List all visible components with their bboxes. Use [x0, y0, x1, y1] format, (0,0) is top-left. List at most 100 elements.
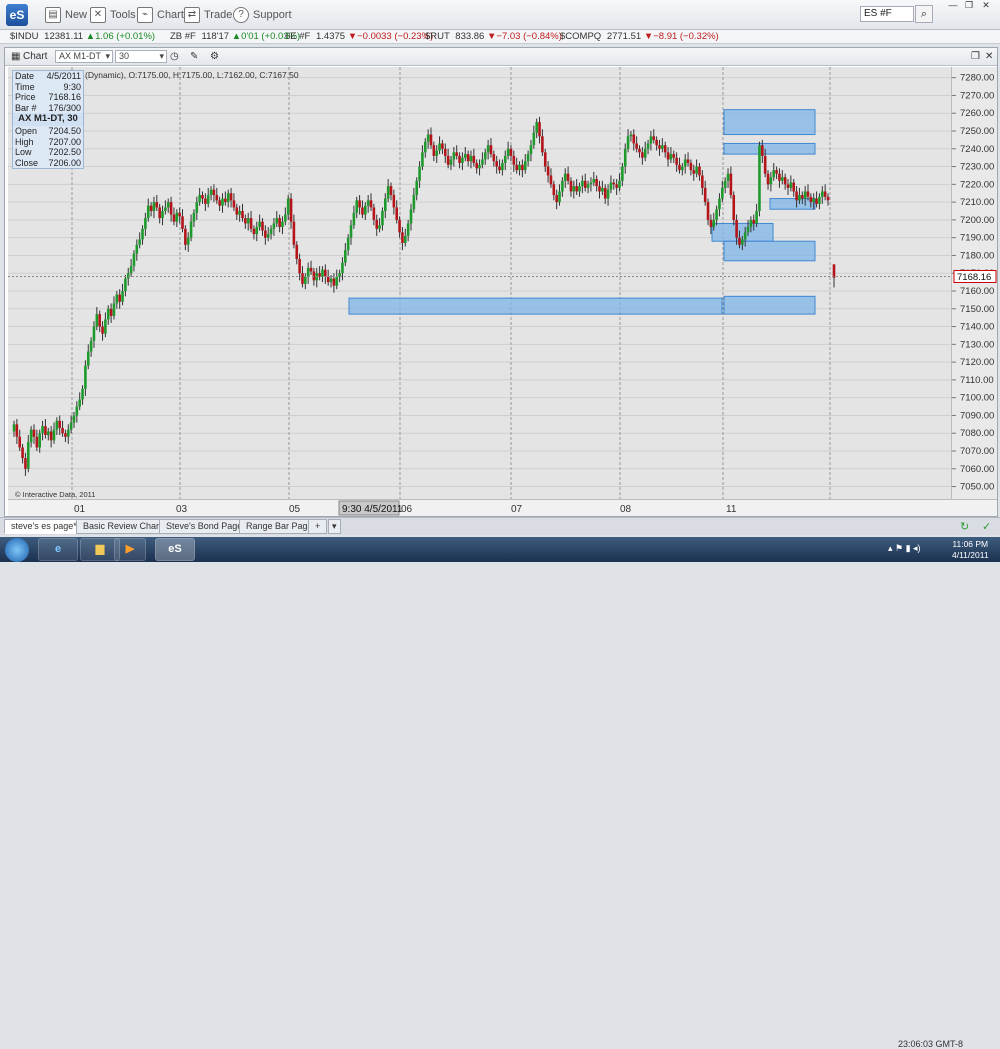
candle-body [606, 189, 610, 199]
candle-body [132, 253, 136, 267]
candle-body [186, 237, 190, 245]
chart-plot-area[interactable] [8, 67, 951, 499]
candle-body [58, 420, 61, 428]
candle-body [161, 211, 164, 219]
candle-body [743, 232, 747, 240]
ticker-item[interactable]: 6E #F 1.4375 ▼−0.0033 (−0.23%) [285, 31, 433, 42]
candle-body [192, 212, 196, 222]
candle-body [763, 155, 767, 174]
candle-body [29, 429, 33, 443]
candle-body [669, 154, 673, 160]
tab-menu-button[interactable]: ▾ [328, 519, 341, 534]
price-tick-label: 7220.00 [960, 179, 994, 190]
settings-icon[interactable]: ⚙ [210, 51, 219, 62]
new-button[interactable]: ▤ New [45, 6, 87, 24]
time-axis[interactable]: 01 03 05 06 07 08 11 9:30 4/5/2011 [8, 499, 997, 516]
candle-body [155, 202, 159, 208]
ticker-item[interactable]: $COMPQ 2771.51 ▼−8.91 (−0.32%) [560, 31, 719, 42]
candle-body [820, 191, 824, 197]
ticker-value: 12381.11 [44, 31, 84, 42]
es-task-label: eS [168, 543, 182, 555]
candle-body [566, 173, 570, 181]
tools-button[interactable]: ✕ Tools [90, 6, 136, 24]
candle-body [712, 219, 716, 227]
media-task[interactable]: ▶ [114, 538, 146, 561]
candle-body [326, 276, 330, 283]
candle-body [98, 314, 101, 327]
candle-body [578, 186, 581, 192]
tray-clock[interactable]: 11:06 PM 4/11/2011 [952, 539, 989, 561]
candle-body [812, 198, 816, 203]
candle-body [535, 122, 538, 133]
tray-icons[interactable]: ▴ ⚑ ▮ ◂) [888, 543, 921, 554]
app-logo[interactable]: eS [6, 4, 28, 26]
tray-time: 11:06 PM [952, 539, 989, 549]
close-icon[interactable]: ✕ [977, 0, 995, 10]
symbol-combo[interactable]: AX M1-DT ▾ [55, 50, 113, 63]
candle-body [603, 187, 607, 199]
candle-body [809, 196, 813, 203]
status-ok-icon: ✓ [982, 521, 992, 533]
candle-body [729, 173, 733, 195]
candle-body [800, 195, 804, 199]
candle-body [198, 195, 201, 203]
pencil-icon[interactable]: ✎ [190, 51, 198, 62]
trade-button[interactable]: ⇄ Trade [184, 6, 232, 24]
candle-body [592, 179, 596, 183]
candle-body [818, 196, 821, 204]
candle-body [421, 152, 424, 167]
candle-body [692, 170, 696, 174]
candle-body [18, 436, 22, 448]
chart-button[interactable]: ⌁ Chart [137, 6, 184, 24]
start-button[interactable] [5, 538, 29, 562]
symbol-input[interactable]: ES #F [860, 6, 914, 22]
up-arrow-icon: ▲ [231, 31, 242, 42]
chevron-down-icon: ▾ [332, 521, 337, 531]
candle-body [144, 218, 147, 229]
candle-body [158, 207, 161, 219]
price-tick-label: 7100.00 [960, 393, 994, 404]
time-tick-label: 03 [176, 504, 188, 515]
candle-body [286, 198, 290, 215]
candle-body [92, 326, 96, 341]
candlestick-chart[interactable] [8, 67, 951, 499]
restore-icon[interactable]: ❐ [960, 0, 978, 10]
candle-body [386, 186, 390, 199]
candle-body [135, 244, 139, 254]
close-window-icon[interactable]: ✕ [985, 51, 993, 62]
candle-body [89, 340, 93, 352]
candle-body [55, 420, 59, 430]
candle-body [612, 182, 616, 185]
browser-task[interactable]: e [38, 538, 78, 561]
candle-body [643, 148, 647, 158]
candle-body [372, 207, 376, 220]
support-button[interactable]: ? Support [233, 6, 292, 24]
interval-combo[interactable]: 30 ▾ [115, 50, 167, 63]
price-axis[interactable]: 7050.00 7060.00 7070.00 7080.00 7090.00 7100.… [951, 67, 997, 499]
ticker-item[interactable]: ZB #F 118'17 ▲0'01 (+0.03%) [170, 31, 300, 42]
candle-body [352, 212, 356, 226]
candle-body [21, 447, 24, 459]
candle-body [369, 200, 373, 208]
candle-body [461, 157, 464, 163]
add-page-button[interactable]: + [308, 519, 328, 534]
media-player-icon: ▶ [125, 543, 135, 555]
ticker-item[interactable]: $RUT 833.86 ▼−7.03 (−0.84%) [425, 31, 562, 42]
candle-body [344, 250, 347, 263]
es-task[interactable]: eS [155, 538, 195, 561]
candle-body [195, 202, 199, 213]
candle-body [141, 228, 144, 240]
restore-window-icon[interactable]: ❐ [971, 51, 980, 62]
ticker-item[interactable]: $INDU 12381.11 ▲1.06 (+0.01%) [10, 31, 155, 42]
candle-body [261, 221, 264, 231]
candle-body [803, 191, 807, 199]
candle-body [104, 319, 107, 334]
candle-body [541, 136, 544, 153]
clock-icon[interactable]: ◷ [170, 51, 179, 62]
candle-body [146, 205, 150, 219]
price-tick-label: 7260.00 [960, 108, 994, 119]
candle-body [41, 426, 44, 434]
candle-body [244, 218, 247, 224]
search-button[interactable]: ⌕ [915, 5, 933, 23]
page-tab[interactable]: steve's es page* [4, 519, 84, 534]
